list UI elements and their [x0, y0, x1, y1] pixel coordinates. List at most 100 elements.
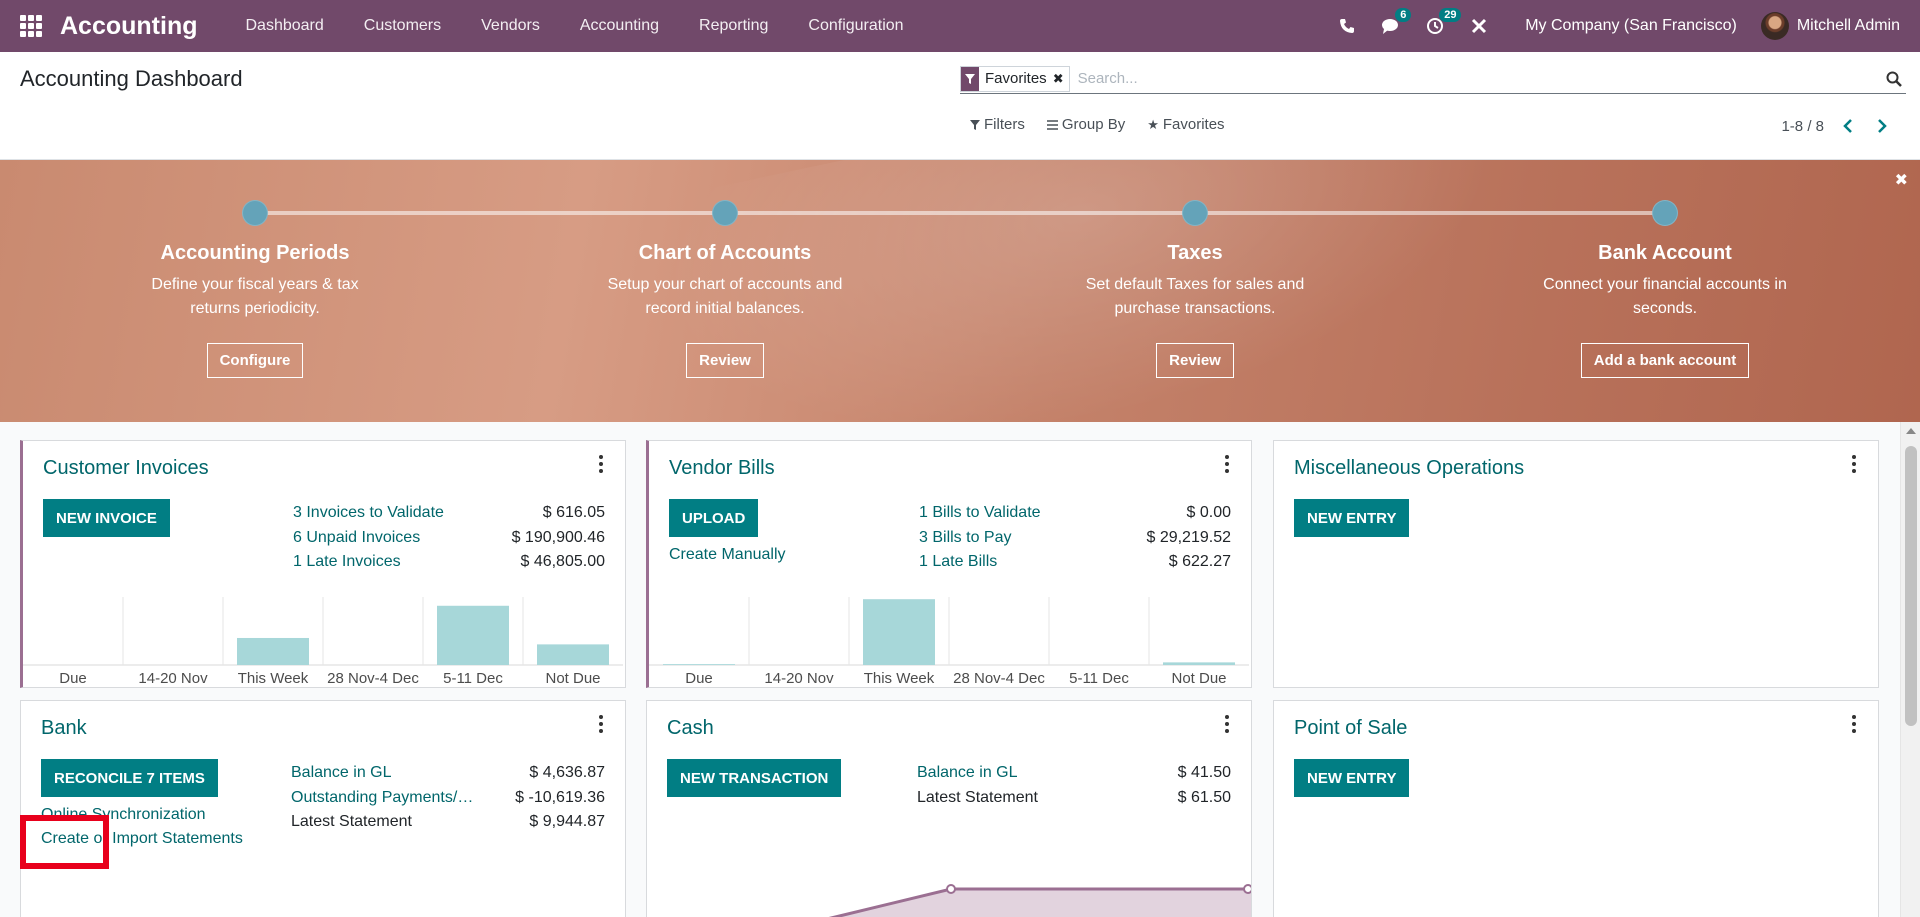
- company-switcher[interactable]: My Company (San Francisco): [1501, 17, 1761, 35]
- favorites-button[interactable]: ★ Favorites: [1147, 116, 1224, 133]
- card-title[interactable]: Cash: [667, 717, 714, 740]
- stats-values: $ 0.00 $ 29,219.52 $ 622.27: [1091, 501, 1231, 575]
- upload-button[interactable]: UPLOAD: [669, 499, 759, 537]
- card-title[interactable]: Miscellaneous Operations: [1294, 457, 1524, 480]
- review-taxes-button[interactable]: Review: [1156, 343, 1234, 378]
- add-bank-account-button[interactable]: Add a bank account: [1580, 343, 1750, 378]
- chart-bar: [663, 664, 735, 665]
- menu-reporting[interactable]: Reporting: [679, 0, 788, 52]
- stat-late-invoices[interactable]: 1 Late Invoices: [293, 550, 473, 575]
- configure-button[interactable]: Configure: [206, 343, 304, 378]
- bank-line-chart: [21, 909, 625, 917]
- new-entry-button[interactable]: NEW ENTRY: [1294, 759, 1410, 797]
- menu-dashboard[interactable]: Dashboard: [226, 0, 344, 52]
- stat-bills-to-validate[interactable]: 1 Bills to Validate: [919, 501, 1099, 526]
- card-title[interactable]: Bank: [41, 717, 87, 740]
- messages-icon[interactable]: 6: [1369, 0, 1413, 52]
- stat-value: $ 9,944.87: [529, 813, 605, 830]
- stat-balance-gl[interactable]: Balance in GL: [291, 761, 481, 786]
- star-icon: ★: [1147, 116, 1159, 132]
- filters-button[interactable]: Filters: [970, 116, 1025, 133]
- stat-late-bills[interactable]: 1 Late Bills: [919, 550, 1099, 575]
- search-facet: Favorites ✖: [960, 65, 1070, 92]
- card-options-icon[interactable]: [597, 455, 605, 473]
- step-dot: [1182, 200, 1208, 226]
- search-options: Filters Group By ★ Favorites: [970, 116, 1225, 133]
- card-options-icon[interactable]: [1850, 715, 1858, 733]
- chart-tick-label: Due: [59, 670, 87, 687]
- page-scrollbar[interactable]: [1900, 422, 1920, 917]
- stat-value: $ 61.50: [1177, 788, 1231, 806]
- stats-labels: 3 Invoices to Validate 6 Unpaid Invoices…: [293, 501, 473, 575]
- new-invoice-button[interactable]: NEW INVOICE: [43, 499, 170, 537]
- card-title[interactable]: Vendor Bills: [669, 457, 775, 480]
- stats-values: $ 41.50 $ 61.50: [1091, 761, 1231, 810]
- pager-next-icon[interactable]: [1872, 116, 1892, 136]
- card-title[interactable]: Customer Invoices: [43, 457, 209, 480]
- menu-vendors[interactable]: Vendors: [461, 0, 560, 52]
- card-options-icon[interactable]: [1850, 455, 1858, 473]
- reconcile-button[interactable]: RECONCILE 7 ITEMS: [41, 759, 218, 797]
- card-options-icon[interactable]: [1223, 715, 1231, 733]
- card-title[interactable]: Point of Sale: [1294, 717, 1407, 740]
- group-by-button[interactable]: Group By: [1046, 116, 1126, 133]
- top-navbar: Accounting Dashboard Customers Vendors A…: [0, 0, 1920, 52]
- chart-tick-label: 28 Nov-4 Dec: [327, 670, 419, 687]
- vendor-bills-card: Vendor Bills UPLOAD Create Manually 1 Bi…: [646, 440, 1252, 688]
- search-input[interactable]: [1077, 64, 1882, 93]
- chart-tick-label: This Week: [864, 670, 935, 687]
- facet-label: Favorites: [985, 70, 1047, 87]
- group-by-label: Group By: [1061, 116, 1126, 133]
- search-icon[interactable]: [1882, 67, 1906, 91]
- menu-customers[interactable]: Customers: [344, 0, 461, 52]
- onboarding-progress-line: [255, 211, 1665, 215]
- menu-configuration[interactable]: Configuration: [788, 0, 923, 52]
- stat-value: $ 622.27: [1168, 553, 1231, 570]
- step-description: Setup your chart of accounts and record …: [607, 276, 843, 317]
- pager-previous-icon[interactable]: [1838, 116, 1858, 136]
- card-options-icon[interactable]: [1223, 455, 1231, 473]
- debug-tools-icon[interactable]: [1457, 0, 1501, 52]
- stat-latest-statement: Latest Statement: [917, 788, 1038, 806]
- stat-unpaid-invoices[interactable]: 6 Unpaid Invoices: [293, 526, 473, 551]
- facet-remove-icon[interactable]: ✖: [1053, 71, 1069, 87]
- scroll-up-arrow-icon[interactable]: [1906, 428, 1916, 434]
- stat-bills-to-pay[interactable]: 3 Bills to Pay: [919, 526, 1099, 551]
- step-description: Connect your financial accounts in secon…: [1543, 276, 1787, 317]
- cash-area: [835, 889, 1251, 917]
- stat-invoices-to-validate[interactable]: 3 Invoices to Validate: [293, 501, 473, 526]
- user-name: Mitchell Admin: [1796, 17, 1900, 34]
- close-banner-icon[interactable]: ✖: [1895, 170, 1908, 190]
- step-taxes: Taxes Set default Taxes for sales and pu…: [1045, 200, 1345, 378]
- point-of-sale-card: Point of Sale NEW ENTRY: [1273, 700, 1879, 917]
- pager-value[interactable]: 1-8 / 8: [1781, 118, 1824, 135]
- app-brand[interactable]: Accounting: [60, 12, 198, 41]
- step-dot: [242, 200, 268, 226]
- chart-bar: [437, 605, 509, 665]
- page-title: Accounting Dashboard: [20, 66, 243, 91]
- stat-value: $ 46,805.00: [520, 553, 605, 570]
- create-manually-link[interactable]: Create Manually: [669, 546, 786, 564]
- new-transaction-button[interactable]: NEW TRANSACTION: [667, 759, 842, 797]
- card-options-icon[interactable]: [597, 715, 605, 733]
- misc-operations-card: Miscellaneous Operations NEW ENTRY: [1273, 440, 1879, 688]
- activities-clock-icon[interactable]: 29: [1413, 0, 1462, 52]
- cash-point: [946, 884, 956, 894]
- cash-point: [1243, 884, 1251, 894]
- user-menu[interactable]: Mitchell Admin: [1760, 12, 1920, 40]
- stat-balance-gl[interactable]: Balance in GL: [917, 761, 1097, 786]
- filter-icon: [970, 119, 980, 130]
- review-chart-button[interactable]: Review: [686, 343, 764, 378]
- step-accounting-periods: Accounting Periods Define your fiscal ye…: [105, 200, 405, 378]
- apps-menu-icon[interactable]: [20, 15, 42, 37]
- stat-value: $ 41.50: [1177, 764, 1231, 781]
- stat-outstanding-payments[interactable]: Outstanding Payments/Receipts: [291, 786, 481, 811]
- filters-label: Filters: [984, 116, 1025, 133]
- phone-icon[interactable]: [1325, 0, 1369, 52]
- new-entry-button[interactable]: NEW ENTRY: [1294, 499, 1410, 537]
- menu-accounting[interactable]: Accounting: [560, 0, 679, 52]
- filter-funnel-icon: [961, 66, 979, 91]
- search-bar: Favorites ✖: [960, 64, 1906, 94]
- pager: 1-8 / 8: [1781, 116, 1892, 136]
- scrollbar-thumb[interactable]: [1905, 446, 1917, 726]
